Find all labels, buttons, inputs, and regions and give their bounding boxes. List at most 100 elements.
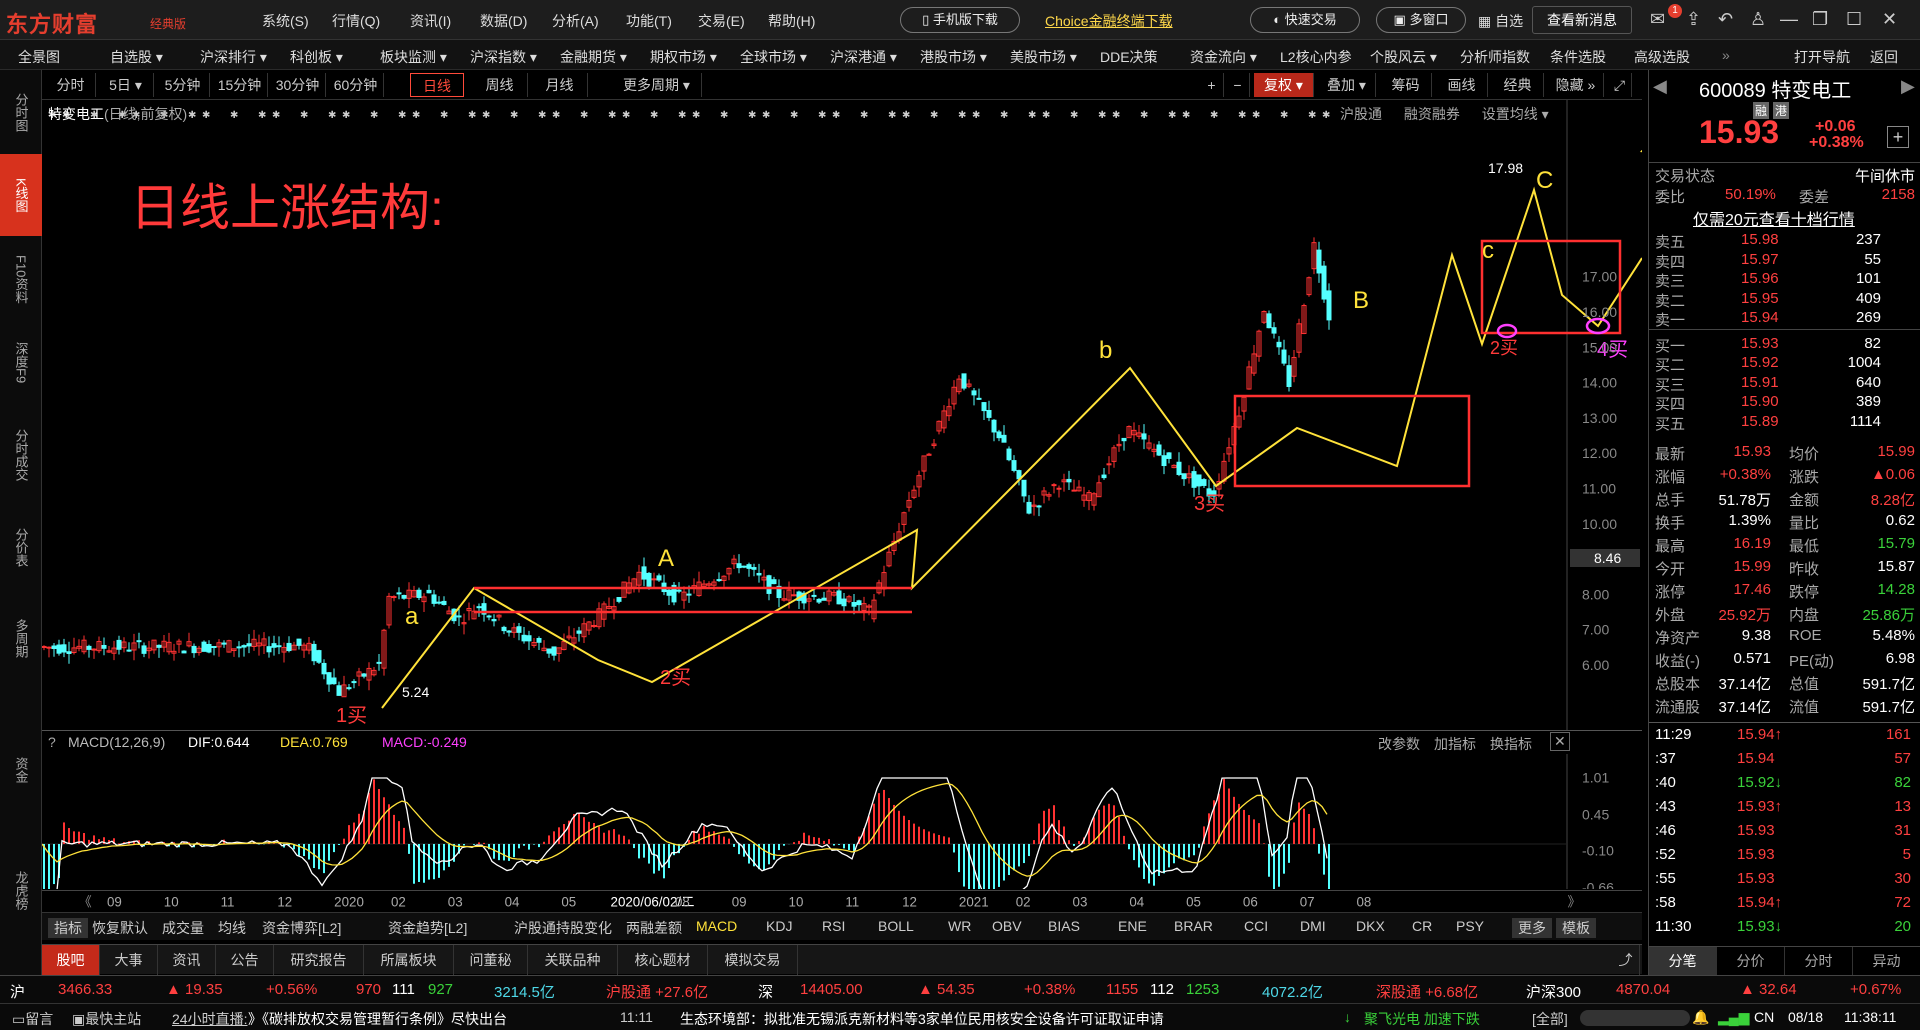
menu-help[interactable]: 帮助(H) — [768, 11, 815, 31]
news-headline-1[interactable]: 》《碳排放权交易管理暂行条例》尽快出台 — [248, 1009, 507, 1029]
kline-chart[interactable]: ✱ ✱ ✱ ✱ ✱ ✱ ✱ ✱ ✱ ✱ ✱ ✱ ✱ ✱ ✱ ✱ ✱ ✱ ✱ ✱ ✱ ✱ ✱ ✱ ✱ ✱ ✱ ✱ ✱ ✱ ✱ ✱ ✱ ✱ ✱ ✱ ✱ ✱ ✱ ✱… — [42, 100, 1642, 730]
stock-alert[interactable]: 聚飞光电 加速下跌 — [1364, 1009, 1480, 1029]
zoom-in-button[interactable]: + — [1200, 73, 1224, 97]
overlay-dropdown[interactable]: 叠加 ▾ — [1318, 73, 1376, 97]
info-tab-0[interactable]: 股吧 — [42, 945, 100, 975]
change-params-link[interactable]: 改参数 — [1378, 734, 1420, 754]
sidebar-multi-period[interactable]: 多周期 — [0, 590, 42, 686]
indicator-14[interactable]: BIAS — [1048, 918, 1080, 934]
nav-ranking[interactable]: 沪深排行 ▾ — [200, 47, 267, 67]
nav-sector[interactable]: 板块监测 ▾ — [380, 47, 447, 67]
menu-data[interactable]: 数据(D) — [480, 11, 527, 31]
search-box[interactable] — [1580, 1010, 1690, 1026]
language-label[interactable]: CN — [1754, 1009, 1774, 1025]
info-tab-9[interactable]: 模拟交易 — [708, 945, 798, 975]
indicator-6[interactable]: 沪股通持股变化 — [514, 918, 612, 938]
indicator-15[interactable]: ENE — [1118, 918, 1147, 934]
period-60min[interactable]: 60分钟 — [328, 73, 384, 97]
nav-advanced-screener[interactable]: 高级选股 — [1634, 47, 1690, 67]
nav-us[interactable]: 美股市场 ▾ — [1010, 47, 1077, 67]
nav-stock-storm[interactable]: 个股风云 ▾ — [1370, 47, 1437, 67]
menu-function[interactable]: 功能(T) — [626, 11, 672, 31]
link-margin[interactable]: 融资融券 — [1404, 106, 1460, 122]
nav-screener[interactable]: 条件选股 — [1550, 47, 1606, 67]
add-watchlist-button[interactable]: + — [1887, 126, 1909, 148]
indicator-7[interactable]: 两融差额 — [626, 918, 682, 938]
indicator-1[interactable]: 恢复默认 — [92, 918, 148, 938]
nav-l2[interactable]: L2核心内参 — [1280, 47, 1352, 67]
info-tab-3[interactable]: 公告 — [216, 945, 274, 975]
info-tab-2[interactable]: 资讯 — [158, 945, 216, 975]
info-tab-6[interactable]: 问董秘 — [454, 945, 528, 975]
restore-icon[interactable]: ❐ — [1812, 9, 1828, 30]
sidebar-dragon-tiger[interactable]: 龙虎榜 — [0, 820, 42, 960]
menu-info[interactable]: 资讯(I) — [410, 11, 451, 31]
message-button[interactable]: ▭留言 — [12, 1009, 53, 1029]
close-icon[interactable]: ✕ — [1882, 9, 1897, 30]
nav-watchlist[interactable]: 自选股 ▾ — [110, 47, 163, 67]
indicator-17[interactable]: CCI — [1244, 918, 1268, 934]
adjust-dropdown[interactable]: 复权 ▾ — [1254, 73, 1314, 97]
undo-icon[interactable]: ↶ — [1718, 9, 1733, 30]
indicator-22[interactable]: 更多 — [1512, 918, 1552, 938]
minimize-icon[interactable]: — — [1780, 9, 1798, 30]
indicator-9[interactable]: KDJ — [766, 918, 792, 934]
nav-fund-flow[interactable]: 资金流向 ▾ — [1190, 47, 1257, 67]
menu-system[interactable]: 系统(S) — [262, 11, 309, 31]
sidebar-tick[interactable]: 分时成交 — [0, 406, 42, 504]
quote-tab-2[interactable]: 分时 — [1785, 947, 1853, 975]
nav-dde[interactable]: DDE决策 — [1100, 47, 1158, 67]
indicator-8[interactable]: MACD — [696, 918, 737, 934]
indicator-16[interactable]: BRAR — [1174, 918, 1213, 934]
self-select-button[interactable]: ▦ 自选 — [1478, 11, 1523, 31]
fastest-server-button[interactable]: ▣最快主站 — [72, 1009, 141, 1029]
nav-star-market[interactable]: 科创板 ▾ — [290, 47, 343, 67]
nav-index[interactable]: 沪深指数 ▾ — [470, 47, 537, 67]
hide-button[interactable]: 隐藏 » — [1548, 73, 1604, 97]
scroll-right-icon[interactable]: 》 — [1567, 894, 1580, 909]
new-message-button[interactable]: 查看新消息 — [1532, 6, 1632, 34]
nav-global[interactable]: 全球市场 ▾ — [740, 47, 807, 67]
period-30min[interactable]: 30分钟 — [270, 73, 326, 97]
open-nav-button[interactable]: 打开导航 — [1794, 47, 1850, 67]
indicator-12[interactable]: WR — [948, 918, 971, 934]
quote-tab-1[interactable]: 分价 — [1717, 947, 1785, 975]
sidebar-price-table[interactable]: 分价表 — [0, 506, 42, 588]
indicator-11[interactable]: BOLL — [878, 918, 914, 934]
period-monthly[interactable]: 月线 — [532, 73, 588, 97]
help-icon[interactable]: ? — [48, 734, 56, 750]
info-tab-5[interactable]: 所属板块 — [364, 945, 454, 975]
indicator-20[interactable]: CR — [1412, 918, 1432, 934]
quote-tab-0[interactable]: 分笔 — [1649, 947, 1717, 975]
add-indicator-link[interactable]: 加指标 — [1434, 734, 1476, 754]
update-icon[interactable]: ⇪ — [1686, 9, 1701, 30]
choice-download-link[interactable]: Choice金融终端下载 — [1045, 11, 1173, 31]
prev-stock-icon[interactable]: ◀ — [1653, 76, 1667, 97]
draw-line-button[interactable]: 画线 — [1436, 73, 1488, 97]
indicator-10[interactable]: RSI — [822, 918, 845, 934]
next-stock-icon[interactable]: ▶ — [1901, 76, 1915, 97]
indicator-0[interactable]: 指标 — [48, 918, 88, 938]
info-tab-7[interactable]: 关联品种 — [528, 945, 618, 975]
nav-analyst[interactable]: 分析师指数 — [1460, 47, 1530, 67]
mail-icon[interactable]: ✉ — [1650, 9, 1665, 30]
ask-row[interactable]: 卖一 15.94 269 — [1649, 308, 1920, 330]
news-headline-2[interactable]: 生态环境部：拟批准无锡派克新材料等3家单位民用核安全设备许可证取证申请 — [680, 1009, 1164, 1029]
indicator-23[interactable]: 模板 — [1556, 918, 1596, 938]
mobile-download-button[interactable]: ▯ 手机版下载 — [900, 7, 1020, 33]
chips-button[interactable]: 筹码 — [1380, 73, 1432, 97]
nav-hk[interactable]: 港股市场 ▾ — [920, 47, 987, 67]
quote-tab-3[interactable]: 异动 — [1853, 947, 1920, 975]
period-weekly[interactable]: 周线 — [472, 73, 528, 97]
sidebar-timeshare[interactable]: 分时图 — [0, 72, 42, 152]
sidebar-kline[interactable]: K线图 — [0, 154, 42, 236]
link-ma-settings[interactable]: 设置均线 ▾ — [1482, 106, 1549, 122]
period-more[interactable]: 更多周期 ▾ — [612, 73, 702, 97]
sidebar-fund[interactable]: 资金 — [0, 730, 42, 810]
indicator-3[interactable]: 均线 — [218, 918, 246, 938]
bid-row[interactable]: 买五 15.89 1114 — [1649, 412, 1920, 434]
nav-options[interactable]: 期权市场 ▾ — [650, 47, 717, 67]
period-timeshare[interactable]: 分时 — [46, 73, 96, 97]
indicator-13[interactable]: OBV — [992, 918, 1022, 934]
menu-analysis[interactable]: 分析(A) — [552, 11, 599, 31]
